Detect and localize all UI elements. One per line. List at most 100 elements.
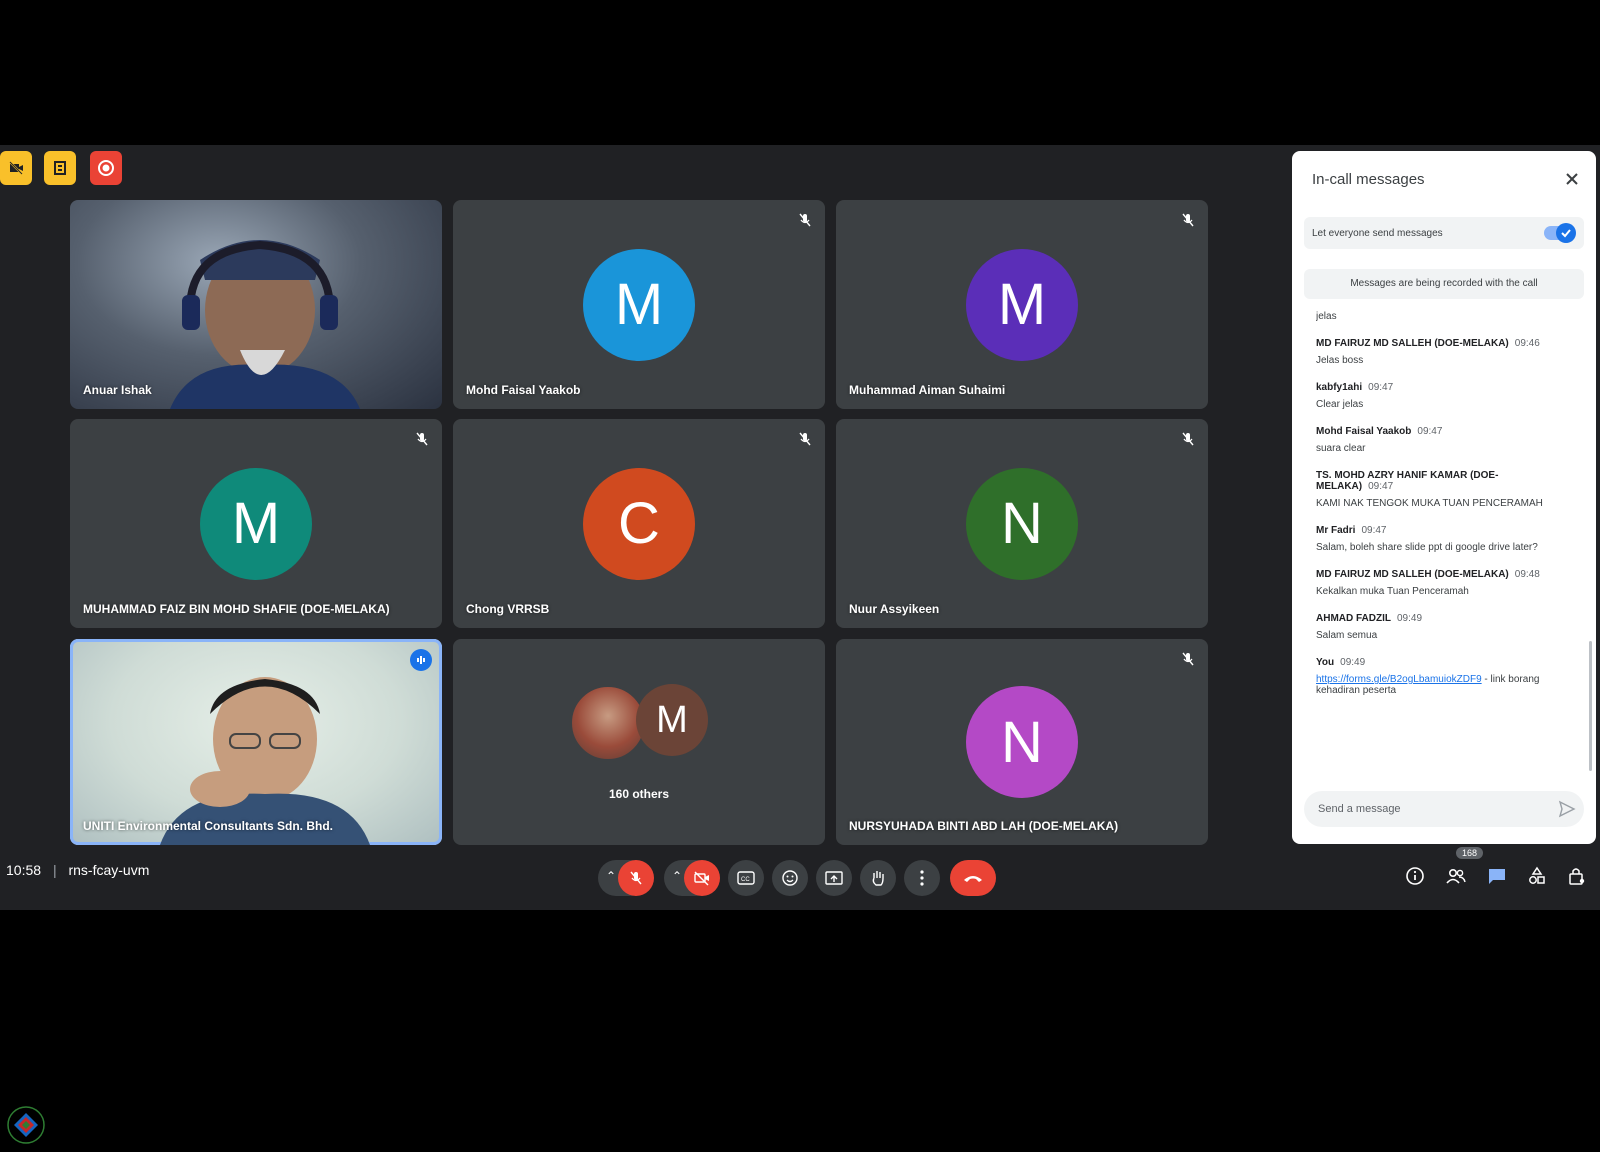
chat-message: kabfy1ahi 09:47 Clear jelas: [1316, 382, 1566, 410]
reactions-button[interactable]: [772, 860, 808, 896]
participant-tile-active-speaker[interactable]: UNITI Environmental Consultants Sdn. Bhd…: [70, 639, 442, 845]
message-body: KAMI NAK TENGOK MUKA TUAN PENCERAMAH: [1316, 498, 1543, 509]
captions-button[interactable]: CC: [728, 860, 764, 896]
message-sender: AHMAD FADZIL: [1316, 613, 1391, 624]
mic-off-icon: [630, 871, 642, 885]
message-time: 09:49: [1340, 657, 1366, 668]
speaking-indicator-icon: [410, 649, 432, 671]
chat-scrollbar[interactable]: [1589, 641, 1592, 771]
participant-tile[interactable]: C Chong VRRSB: [453, 419, 825, 628]
message-body: jelas: [1316, 311, 1337, 322]
message-sender: MD FAIRUZ MD SALLEH (DOE-MELAKA): [1316, 338, 1509, 349]
chat-icon: [1489, 869, 1505, 884]
more-vert-icon: [920, 870, 924, 886]
avatar: M: [966, 248, 1078, 361]
participant-tile[interactable]: M Mohd Faisal Yaakob: [453, 200, 825, 409]
mic-off-icon: [416, 432, 428, 446]
send-icon[interactable]: [1558, 800, 1576, 818]
form-link[interactable]: https://forms.gle/B2ogLbamuiokZDF9: [1316, 674, 1482, 685]
chat-message: MD FAIRUZ MD SALLEH (DOE-MELAKA) 09:48 Ke…: [1316, 569, 1566, 597]
recording-badge-icon[interactable]: [90, 151, 122, 185]
participant-tile[interactable]: N NURSYUHADA BINTI ABD LAH (DOE-MELAKA): [836, 639, 1208, 845]
chat-message: Mr Fadri 09:47 Salam, boleh share slide p…: [1316, 525, 1566, 553]
message-time: 09:47: [1361, 525, 1387, 536]
allow-messages-toggle[interactable]: [1544, 223, 1576, 243]
chat-message: TS. MOHD AZRY HANIF KAMAR (DOE-MELAKA) 09…: [1316, 470, 1566, 509]
meeting-info: 10:58 | rns-fcay-uvm: [6, 862, 149, 878]
message-sender: Mr Fadri: [1316, 525, 1356, 536]
present-screen-button[interactable]: [816, 860, 852, 896]
message-list: jelas MD FAIRUZ MD SALLEH (DOE-MELAKA) 09…: [1316, 311, 1566, 766]
chevron-up-icon: ⌃: [606, 869, 617, 883]
separator: |: [52, 862, 57, 878]
message-time: 09:49: [1397, 613, 1423, 624]
allow-messages-row: Let everyone send messages: [1304, 217, 1584, 249]
message-body: Clear jelas: [1316, 399, 1364, 410]
participant-tile[interactable]: N Nuur Assyikeen: [836, 419, 1208, 628]
video-feed: [170, 240, 360, 409]
camera-toggle-button[interactable]: [684, 860, 720, 896]
leave-call-button[interactable]: [950, 860, 996, 896]
participant-tile[interactable]: Anuar Ishak: [70, 200, 442, 409]
message-body: https://forms.gle/B2ogLbamuiokZDF9 - lin…: [1316, 674, 1566, 696]
avatar: M: [636, 684, 708, 756]
mic-toggle-button[interactable]: [618, 860, 654, 896]
emoji-icon: [782, 870, 798, 886]
participant-name: Nuur Assyikeen: [849, 602, 940, 616]
close-icon[interactable]: [1562, 169, 1582, 189]
chat-message: MD FAIRUZ MD SALLEH (DOE-MELAKA) 09:46 Je…: [1316, 338, 1566, 366]
participant-tile[interactable]: M Muhammad Aiman Suhaimi: [836, 200, 1208, 409]
message-sender: kabfy1ahi: [1316, 382, 1363, 393]
message-time: 09:47: [1417, 426, 1443, 437]
participant-name: NURSYUHADA BINTI ABD LAH (DOE-MELAKA): [849, 819, 1119, 833]
video-feed: [160, 677, 370, 845]
host-controls-button[interactable]: [1564, 863, 1590, 889]
message-input[interactable]: Send a message: [1304, 791, 1584, 827]
chevron-up-icon: ⌃: [672, 869, 683, 883]
participant-name: Anuar Ishak: [83, 383, 152, 397]
bottom-bar: 10:58 | rns-fcay-uvm ⌃ ⌃ CC 168: [0, 845, 1600, 910]
message-body: Jelas boss: [1316, 355, 1364, 366]
mic-off-icon: [1182, 432, 1194, 446]
more-options-button[interactable]: [904, 860, 940, 896]
mic-off-icon: [1182, 652, 1194, 666]
chat-button[interactable]: [1484, 863, 1510, 889]
participant-name: MUHAMMAD FAIZ BIN MOHD SHAFIE (DOE-MELAK…: [83, 602, 390, 616]
message-time: 09:47: [1368, 382, 1394, 393]
captions-icon: CC: [737, 871, 755, 885]
message-body: Kekalkan muka Tuan Penceramah: [1316, 586, 1469, 597]
message-body: suara clear: [1316, 443, 1366, 454]
mic-off-icon: [799, 432, 811, 446]
chat-panel: In-call messages Let everyone send messa…: [1292, 151, 1596, 844]
others-count-label: 160 others: [608, 787, 670, 801]
participant-name: Mohd Faisal Yaakob: [466, 383, 581, 397]
message-sender: You: [1316, 657, 1335, 668]
present-icon: [825, 871, 843, 885]
hang-up-icon: [964, 876, 982, 882]
participant-name: Muhammad Aiman Suhaimi: [849, 383, 1006, 397]
people-icon: [1446, 868, 1466, 884]
activities-button[interactable]: [1524, 863, 1550, 889]
people-button[interactable]: [1443, 863, 1469, 889]
avatar: N: [966, 686, 1078, 798]
lock-person-icon: [1569, 868, 1585, 885]
camera-off-icon: [694, 871, 709, 886]
others-tile[interactable]: M 160 others: [453, 639, 825, 845]
mic-off-icon: [799, 213, 811, 227]
participant-name: UNITI Environmental Consultants Sdn. Bhd…: [83, 819, 334, 833]
meeting-stage: Anuar Ishak M Mohd Faisal Yaakob M Muham…: [0, 145, 1600, 910]
avatar: C: [583, 467, 695, 580]
raise-hand-button[interactable]: [860, 860, 896, 896]
avatar: N: [966, 467, 1078, 580]
participant-tile[interactable]: M MUHAMMAD FAIZ BIN MOHD SHAFIE (DOE-MEL…: [70, 419, 442, 628]
participant-count-badge: 168: [1456, 847, 1484, 859]
current-time: 10:58: [6, 862, 42, 878]
message-body: Salam, boleh share slide ppt di google d…: [1316, 542, 1538, 553]
meeting-details-button[interactable]: [1402, 863, 1428, 889]
message-sender: Mohd Faisal Yaakob: [1316, 426, 1412, 437]
message-body: Salam semua: [1316, 630, 1378, 641]
toggle-label: Let everyone send messages: [1312, 227, 1443, 239]
camera-off-badge-icon[interactable]: [0, 151, 32, 185]
organization-logo-icon: [7, 1106, 45, 1144]
host-controls-badge-icon[interactable]: [44, 151, 76, 185]
